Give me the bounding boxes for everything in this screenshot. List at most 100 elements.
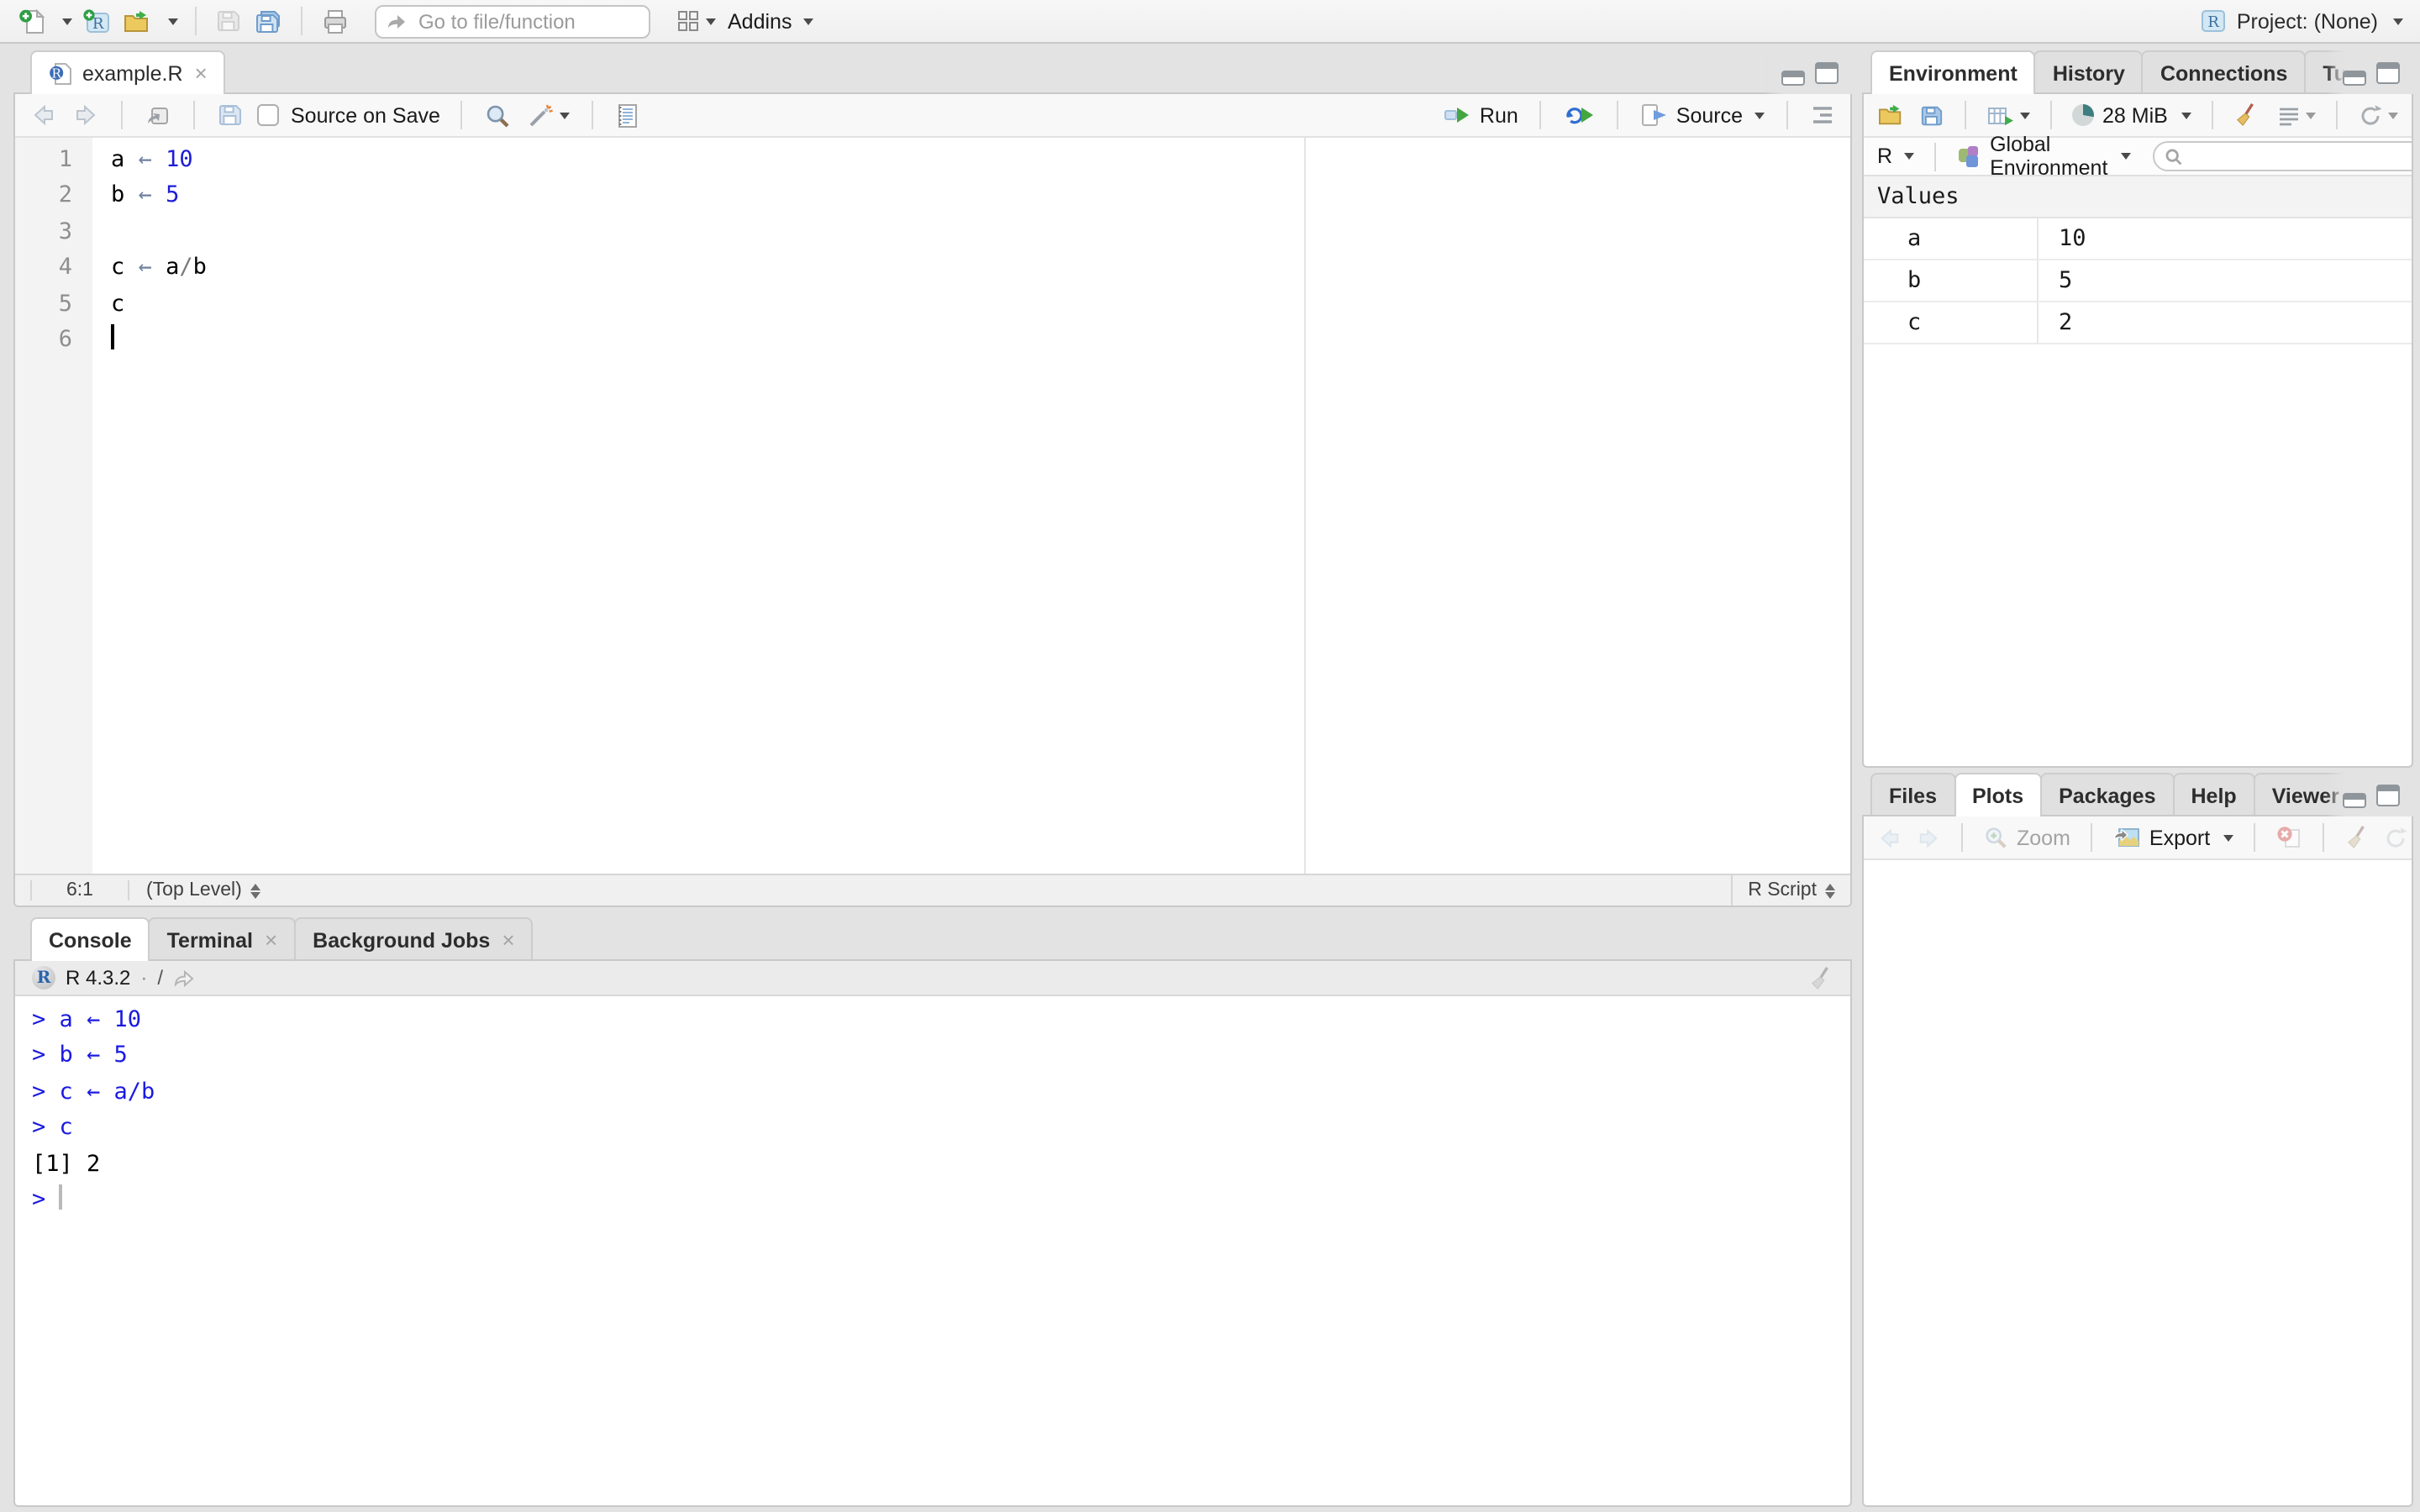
code-token: 10 xyxy=(166,146,193,173)
save-button[interactable] xyxy=(213,4,244,38)
save-source-button[interactable] xyxy=(215,98,245,132)
working-directory: / xyxy=(157,966,163,990)
close-icon[interactable]: × xyxy=(195,62,208,84)
tab-connections[interactable]: Connections xyxy=(2142,50,2306,94)
import-dataset-button[interactable] xyxy=(1985,98,2032,132)
clear-console-broom-icon[interactable] xyxy=(1808,965,1833,990)
environments-stack-icon xyxy=(1956,144,1981,168)
rerun-button[interactable] xyxy=(1562,98,1597,132)
run-button[interactable]: Run xyxy=(1443,98,1520,132)
code-token: > xyxy=(32,1186,60,1213)
tab-help[interactable]: Help xyxy=(2173,773,2255,816)
environment-scope-selector[interactable]: Global Environment xyxy=(1954,139,2133,173)
source-on-save-checkbox[interactable] xyxy=(257,104,279,126)
minimize-icon[interactable] xyxy=(2343,70,2366,85)
new-project-button[interactable]: R xyxy=(81,4,113,38)
previous-plot-button[interactable] xyxy=(1876,821,1904,854)
export-plot-button[interactable]: Export xyxy=(2111,821,2235,854)
tab-files[interactable]: Files xyxy=(1870,773,1955,816)
code-line: 3 xyxy=(15,215,1850,251)
object-name: b xyxy=(1864,260,2039,301)
save-workspace-button[interactable] xyxy=(1918,98,1946,132)
console-line: > c ← a/b xyxy=(32,1075,1850,1111)
language-selector[interactable]: R xyxy=(1876,139,1916,173)
addins-button[interactable]: Addins xyxy=(726,4,815,38)
open-file-dropdown-caret[interactable] xyxy=(168,18,178,24)
tab-history[interactable]: History xyxy=(2034,50,2144,94)
back-button[interactable] xyxy=(29,98,59,132)
tab-terminal[interactable]: Terminal× xyxy=(149,917,297,961)
close-icon[interactable]: × xyxy=(502,929,514,951)
tab-label: Environment xyxy=(1889,61,2018,85)
memory-caret xyxy=(2181,112,2191,118)
next-plot-button[interactable] xyxy=(1914,821,1943,854)
show-in-new-window-button[interactable] xyxy=(143,98,173,132)
object-value: 2 xyxy=(2039,302,2072,343)
console-output[interactable]: > a ← 10> b ← 5> c ← a/b> c[1] 2> xyxy=(15,996,1850,1505)
r-version-label: R 4.3.2 xyxy=(66,966,130,990)
maximize-icon[interactable] xyxy=(1815,61,1839,83)
addins-grid-caret xyxy=(706,18,716,24)
zoom-plot-button[interactable]: Zoom xyxy=(1981,821,2072,854)
code-tools-button[interactable] xyxy=(524,98,571,132)
environment-search-input[interactable] xyxy=(2190,144,2413,168)
toolbar-separator xyxy=(1934,142,1936,171)
tab-example-r[interactable]: R example.R × xyxy=(30,50,226,94)
forward-button[interactable] xyxy=(71,98,101,132)
code-line: 1a ← 10 xyxy=(15,143,1850,179)
refresh-environment-button[interactable] xyxy=(2356,98,2400,132)
tab-environment[interactable]: Environment xyxy=(1870,50,2036,94)
environment-object-list: a10b5c2 xyxy=(1864,218,2412,344)
remove-plot-button[interactable] xyxy=(2274,821,2304,854)
environment-pane-buttons xyxy=(2326,50,2413,94)
refresh-plots-button[interactable] xyxy=(2381,821,2410,854)
save-all-button[interactable] xyxy=(252,4,284,38)
memory-usage-button[interactable]: 28 MiB xyxy=(2070,98,2193,132)
maximize-icon[interactable] xyxy=(2376,61,2400,83)
code-editor[interactable]: 1a ← 102b ← 53 4c ← a/b5c6 xyxy=(15,138,1850,874)
magnifier-icon xyxy=(484,102,511,129)
environment-toolbar: 28 MiB xyxy=(1864,94,2412,138)
clear-all-plots-button[interactable] xyxy=(2343,821,2371,854)
compile-report-button[interactable] xyxy=(613,98,642,132)
open-directory-arrow-icon[interactable] xyxy=(173,968,195,988)
toolbar-separator xyxy=(2212,101,2213,129)
new-file-button[interactable] xyxy=(17,4,49,38)
console-tab-strip: ConsoleTerminal×Background Jobs× xyxy=(13,917,1852,961)
environment-tab-strip: EnvironmentHistoryConnectionsTutorial xyxy=(1862,50,2413,94)
tab-background-jobs[interactable]: Background Jobs× xyxy=(294,917,533,961)
minimize-icon[interactable] xyxy=(2343,792,2366,807)
forward-arrow-icon xyxy=(1916,826,1941,849)
code-token: > b ← 5 xyxy=(32,1042,128,1069)
minimize-icon[interactable] xyxy=(1781,70,1805,85)
new-file-dropdown-caret[interactable] xyxy=(62,18,72,24)
tab-console[interactable]: Console xyxy=(30,917,150,961)
project-selector[interactable]: R Project: (None) xyxy=(2200,8,2403,34)
goto-file-function-input[interactable] xyxy=(415,8,639,34)
scope-selector[interactable]: (Top Level) xyxy=(129,880,277,900)
file-type-selector[interactable]: R Script xyxy=(1731,875,1850,906)
open-file-button[interactable] xyxy=(121,4,155,38)
tab-packages[interactable]: Packages xyxy=(2040,773,2174,816)
list-view-button[interactable] xyxy=(2275,98,2317,132)
back-arrow-icon xyxy=(30,102,57,128)
code-token: [1] 2 xyxy=(32,1150,100,1177)
maximize-icon[interactable] xyxy=(2376,784,2400,806)
load-workspace-button[interactable] xyxy=(1876,98,1907,132)
editor-status-bar: 6:1 (Top Level) R Script xyxy=(15,874,1850,906)
environment-object-row[interactable]: a10 xyxy=(1864,218,2412,260)
close-icon[interactable]: × xyxy=(265,929,277,951)
clear-environment-button[interactable] xyxy=(2232,98,2260,132)
document-outline-button[interactable] xyxy=(1808,98,1837,132)
toolbar-separator xyxy=(193,101,195,129)
console-line: [1] 2 xyxy=(32,1147,1850,1183)
line-number: 2 xyxy=(15,179,92,215)
find-replace-button[interactable] xyxy=(482,98,513,132)
tab-plots[interactable]: Plots xyxy=(1954,773,2042,816)
environment-object-row[interactable]: b5 xyxy=(1864,260,2412,302)
environment-object-row[interactable]: c2 xyxy=(1864,302,2412,344)
source-button[interactable]: Source xyxy=(1639,98,1766,132)
new-project-icon: R xyxy=(82,8,111,34)
addins-grid-button[interactable] xyxy=(674,4,718,38)
print-button[interactable] xyxy=(319,4,351,38)
